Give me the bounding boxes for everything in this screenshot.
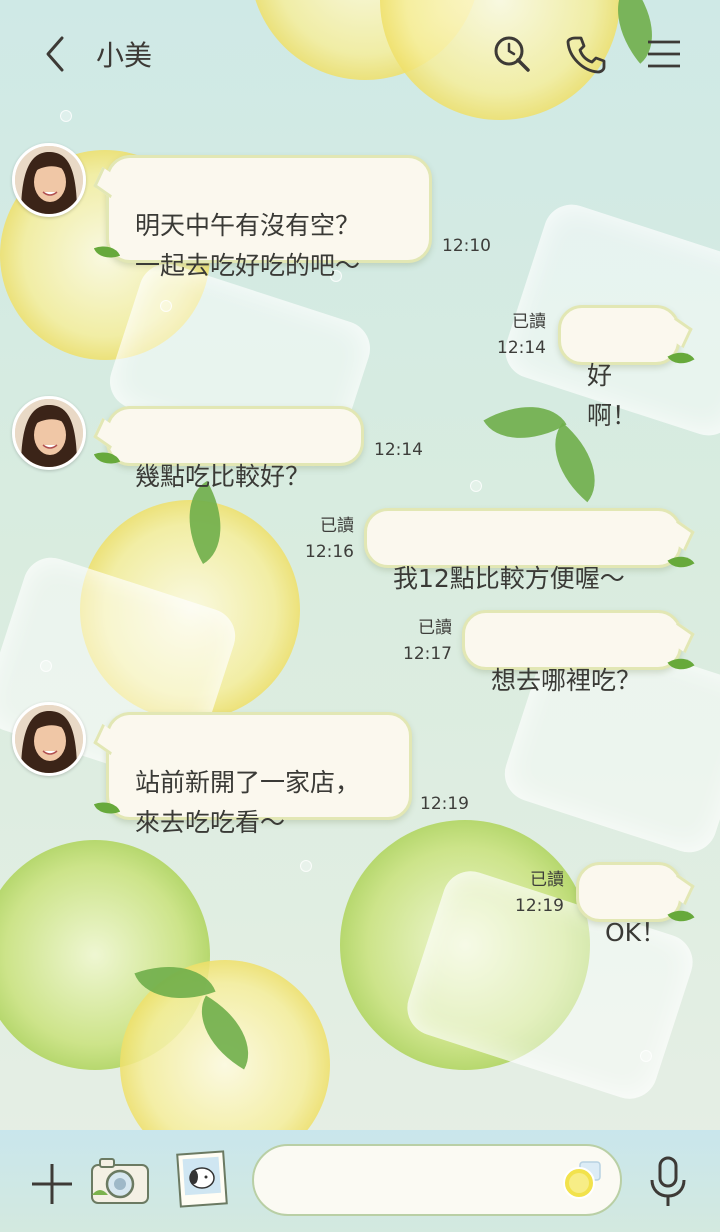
message-time: 12:14 (374, 440, 423, 460)
message-bubble[interactable]: 我12點比較方便喔～ (364, 508, 682, 593)
read-receipt: 已讀 (512, 312, 546, 332)
profile-photo (15, 705, 83, 773)
menu-icon[interactable] (644, 34, 684, 74)
message-bubble[interactable]: 站前新開了一家店， 來去吃吃看～ (106, 712, 412, 837)
chat-header: 小美 (0, 0, 720, 110)
message-text: 想去哪裡吃？ (491, 666, 642, 695)
plus-icon[interactable] (30, 1162, 74, 1206)
message-bubble[interactable]: 好啊！ (558, 305, 680, 430)
message-bubble[interactable]: OK！ (576, 862, 682, 947)
message-text: 我12點比較方便喔～ (393, 564, 625, 593)
profile-photo (15, 146, 83, 214)
microphone-icon[interactable] (648, 1156, 688, 1208)
message-bubble[interactable]: 想去哪裡吃？ (462, 610, 682, 695)
message-time: 12:19 (420, 794, 469, 814)
chat-title: 小美 (96, 39, 153, 72)
emoji-icon[interactable] (562, 1160, 602, 1200)
input-bar (0, 1130, 720, 1232)
message-time: 12:16 (305, 542, 354, 562)
message-time: 12:19 (515, 896, 564, 916)
message-time: 12:17 (403, 644, 452, 664)
message-time: 12:10 (442, 236, 491, 256)
message-text: OK！ (605, 918, 667, 947)
profile-photo (15, 399, 83, 467)
camera-icon[interactable] (90, 1155, 150, 1205)
chevron-left-icon[interactable] (38, 34, 74, 74)
message-bubble[interactable]: 幾點吃比較好？ (106, 406, 364, 491)
photo-icon[interactable] (176, 1150, 228, 1208)
avatar[interactable] (12, 396, 86, 470)
avatar[interactable] (12, 702, 86, 776)
message-input[interactable] (252, 1144, 622, 1216)
read-receipt: 已讀 (418, 618, 452, 638)
read-receipt: 已讀 (530, 870, 564, 890)
read-receipt: 已讀 (320, 516, 354, 536)
message-time: 12:14 (497, 338, 546, 358)
message-bubble[interactable]: 明天中午有沒有空？ 一起去吃好吃的吧～ (106, 155, 432, 280)
avatar[interactable] (12, 143, 86, 217)
message-text: 幾點吃比較好？ (135, 462, 311, 491)
message-text: 明天中午有沒有空？ 一起去吃好吃的吧～ (135, 211, 361, 280)
search-icon[interactable] (492, 34, 532, 74)
phone-icon[interactable] (566, 34, 606, 74)
